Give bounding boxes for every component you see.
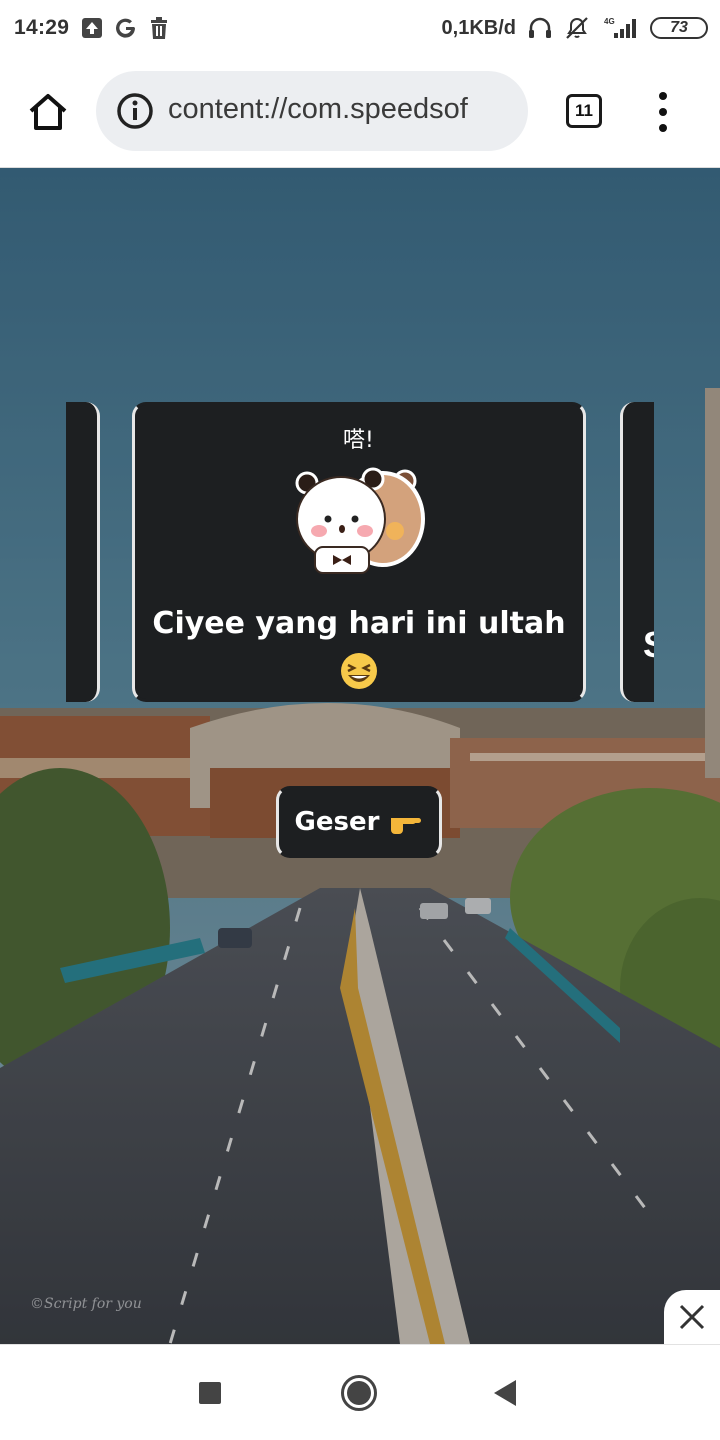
system-nav-bar <box>0 1344 720 1440</box>
greeting-card[interactable]: 嗒! Ciyee yang hari ini ultah <box>132 402 586 702</box>
swipe-button-label: Geser <box>294 807 380 837</box>
trash-icon <box>149 17 169 39</box>
greeting-message: Ciyee yang hari ini ultah <box>152 606 566 641</box>
web-content: S 嗒! Ciyee y <box>0 168 720 1344</box>
tab-switcher-button[interactable]: 11 <box>566 94 602 128</box>
dim-overlay <box>0 168 720 1344</box>
svg-text:4G: 4G <box>604 17 615 26</box>
close-icon[interactable] <box>664 1290 720 1344</box>
battery-indicator: 73 <box>650 17 708 39</box>
url-bar[interactable]: content://com.speedsof <box>96 71 528 151</box>
next-card[interactable]: S <box>620 402 654 702</box>
headphones-icon <box>528 17 552 39</box>
prev-card[interactable] <box>66 402 100 702</box>
pointing-right-hand-icon <box>389 810 423 834</box>
credit-text: ©Script for you <box>30 1296 142 1312</box>
url-text[interactable]: content://com.speedsof <box>168 93 518 126</box>
laughing-emoji-icon <box>339 651 379 691</box>
greeting-text: Ciyee yang hari ini ultah <box>135 601 583 693</box>
next-card-peek-text: S <box>643 624 654 666</box>
home-button[interactable] <box>341 1375 377 1411</box>
signal-4g-icon: 4G <box>602 16 638 40</box>
info-icon[interactable] <box>116 92 154 130</box>
back-button[interactable] <box>494 1380 516 1406</box>
more-vert-icon[interactable] <box>652 92 674 132</box>
network-speed: 0,1KB/d <box>441 16 516 39</box>
browser-toolbar: content://com.speedsof 11 <box>0 56 720 168</box>
mute-vibrate-icon <box>564 16 590 40</box>
upload-icon <box>81 17 103 39</box>
google-icon <box>115 17 137 39</box>
status-time: 14:29 <box>14 16 70 39</box>
sticker-text: 嗒! <box>343 428 374 453</box>
recents-button[interactable] <box>199 1382 221 1404</box>
home-icon[interactable] <box>26 90 70 134</box>
swipe-button[interactable]: Geser <box>276 786 442 858</box>
panda-bear-sticker: 嗒! <box>295 419 429 575</box>
status-bar: 14:29 0,1KB/d 4G 73 <box>0 0 720 56</box>
